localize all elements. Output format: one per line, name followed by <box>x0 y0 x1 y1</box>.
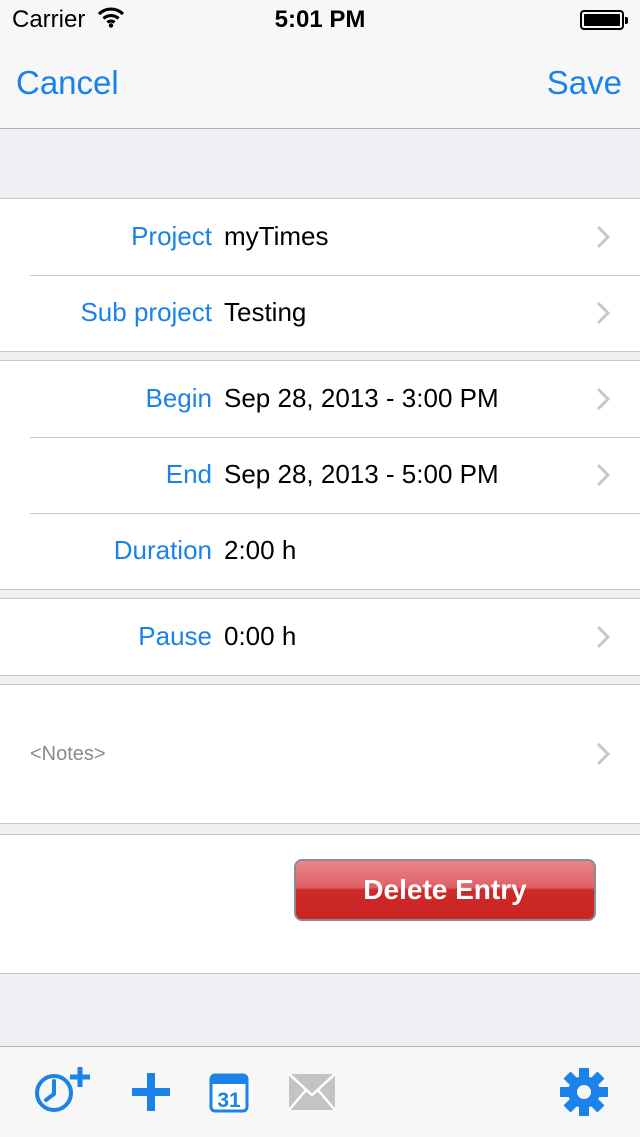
project-row[interactable]: Project myTimes <box>0 199 640 275</box>
gear-icon[interactable] <box>559 1067 609 1117</box>
begin-value: Sep 28, 2013 - 3:00 PM <box>224 383 499 413</box>
calendar-icon[interactable]: 31 <box>209 1071 249 1113</box>
battery-icon <box>580 10 628 30</box>
status-bar: Carrier 5:01 PM <box>0 0 640 40</box>
notes-row[interactable]: <Notes> <box>0 685 640 823</box>
begin-label: Begin <box>145 383 213 413</box>
chevron-right-icon <box>596 387 610 411</box>
chevron-right-icon <box>596 625 610 649</box>
subproject-value: Testing <box>224 297 307 327</box>
subproject-label: Sub project <box>80 297 212 327</box>
pause-row[interactable]: Pause 0:00 h <box>0 599 640 675</box>
end-value: Sep 28, 2013 - 5:00 PM <box>224 459 499 489</box>
chevron-right-icon <box>596 301 610 325</box>
pause-group: Pause 0:00 h <box>0 598 640 676</box>
chevron-right-icon <box>596 463 610 487</box>
end-label: End <box>165 459 212 489</box>
project-label: Project <box>131 221 212 251</box>
project-value: myTimes <box>224 221 329 251</box>
bottom-toolbar: 31 <box>0 1046 640 1137</box>
begin-row[interactable]: Begin Sep 28, 2013 - 3:00 PM <box>0 361 640 437</box>
pause-value: 0:00 h <box>224 621 297 651</box>
end-row[interactable]: End Sep 28, 2013 - 5:00 PM <box>0 437 640 513</box>
cancel-button[interactable]: Cancel <box>16 64 119 102</box>
duration-value: 2:00 h <box>224 535 297 565</box>
time-group: Begin Sep 28, 2013 - 3:00 PM End Sep 28,… <box>0 360 640 590</box>
delete-entry-button[interactable]: Delete Entry <box>294 859 596 921</box>
plus-icon[interactable] <box>130 1071 172 1113</box>
status-time: 5:01 PM <box>274 6 366 33</box>
chevron-right-icon <box>596 225 610 249</box>
save-button[interactable]: Save <box>547 64 622 102</box>
duration-row: Duration 2:00 h <box>0 513 640 589</box>
mail-icon[interactable] <box>288 1073 336 1111</box>
subproject-row[interactable]: Sub project Testing <box>0 275 640 351</box>
delete-group: Delete Entry <box>0 834 640 974</box>
navigation-bar: Cancel Save <box>0 40 640 129</box>
chevron-right-icon <box>596 742 610 766</box>
notes-group: <Notes> <box>0 684 640 824</box>
pause-label: Pause <box>138 621 212 651</box>
clock-add-icon[interactable] <box>32 1063 94 1117</box>
calendar-day: 31 <box>217 1089 241 1112</box>
project-group: Project myTimes Sub project Testing <box>0 198 640 352</box>
duration-label: Duration <box>113 535 212 565</box>
notes-placeholder: <Notes> <box>30 743 106 765</box>
